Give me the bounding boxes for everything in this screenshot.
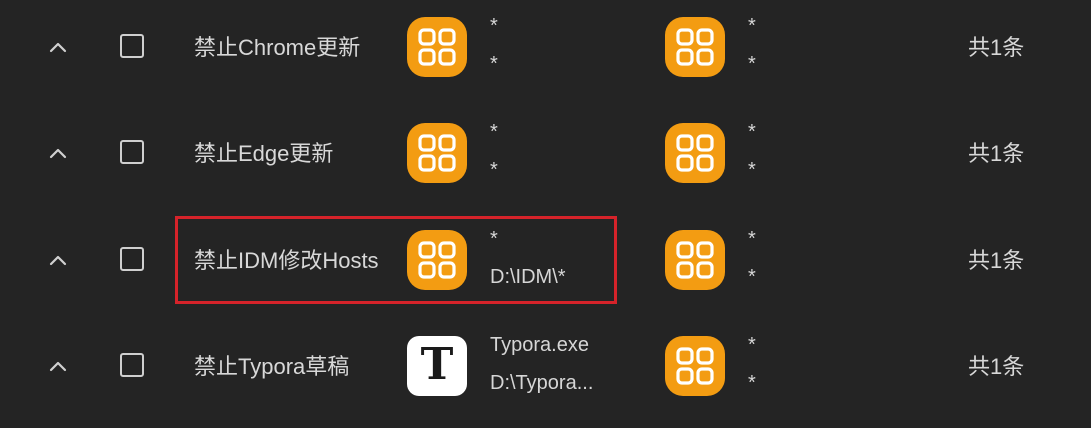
process-path: *: [490, 53, 498, 75]
target-path: *: [748, 372, 756, 394]
target-path: *: [748, 53, 756, 75]
rule-count: 共1条: [968, 354, 1025, 379]
rule-row[interactable]: 禁止Typora草稿 T Typora.exe D:\Typora... * *…: [0, 319, 1091, 425]
apps-grid-icon: [665, 123, 725, 183]
apps-grid-icon: [407, 230, 467, 290]
row-checkbox[interactable]: [120, 140, 144, 164]
apps-grid-icon: [407, 17, 467, 77]
rule-count: 共1条: [968, 141, 1025, 166]
chevron-up-icon[interactable]: [46, 249, 70, 273]
chevron-up-icon[interactable]: [46, 36, 70, 60]
rule-name: 禁止Chrome更新: [194, 35, 361, 60]
rule-row[interactable]: 禁止Edge更新 * * * * 共1条: [0, 106, 1091, 212]
target-name: *: [748, 15, 756, 37]
process-path: *: [490, 159, 498, 181]
target-path: *: [748, 266, 756, 288]
rule-name: 禁止IDM修改Hosts: [194, 248, 379, 273]
row-checkbox[interactable]: [120, 34, 144, 58]
apps-grid-icon: [665, 336, 725, 396]
process-name: *: [490, 121, 498, 143]
process-name: Typora.exe: [490, 334, 589, 356]
typora-icon: T: [407, 336, 467, 396]
rule-row[interactable]: 禁止Chrome更新 * * * * 共1条: [0, 0, 1091, 106]
rule-count: 共1条: [968, 35, 1025, 60]
row-checkbox[interactable]: [120, 353, 144, 377]
target-name: *: [748, 121, 756, 143]
row-checkbox[interactable]: [120, 247, 144, 271]
rule-name: 禁止Edge更新: [194, 141, 334, 166]
rule-list: 禁止Chrome更新 * * * * 共1条 禁止Edge更新 * * * * …: [0, 0, 1091, 428]
rule-row[interactable]: 禁止IDM修改Hosts * D:\IDM\* * * 共1条: [0, 213, 1091, 319]
target-name: *: [748, 228, 756, 250]
target-path: *: [748, 159, 756, 181]
apps-grid-icon: [665, 17, 725, 77]
chevron-up-icon[interactable]: [46, 355, 70, 379]
target-name: *: [748, 334, 756, 356]
process-path: D:\Typora...: [490, 372, 594, 394]
process-name: *: [490, 15, 498, 37]
apps-grid-icon: [407, 123, 467, 183]
rule-name: 禁止Typora草稿: [194, 354, 350, 379]
process-path: D:\IDM\*: [490, 266, 566, 288]
process-name: *: [490, 228, 498, 250]
chevron-up-icon[interactable]: [46, 142, 70, 166]
typora-letter: T: [420, 339, 454, 390]
apps-grid-icon: [665, 230, 725, 290]
rule-count: 共1条: [968, 248, 1025, 273]
